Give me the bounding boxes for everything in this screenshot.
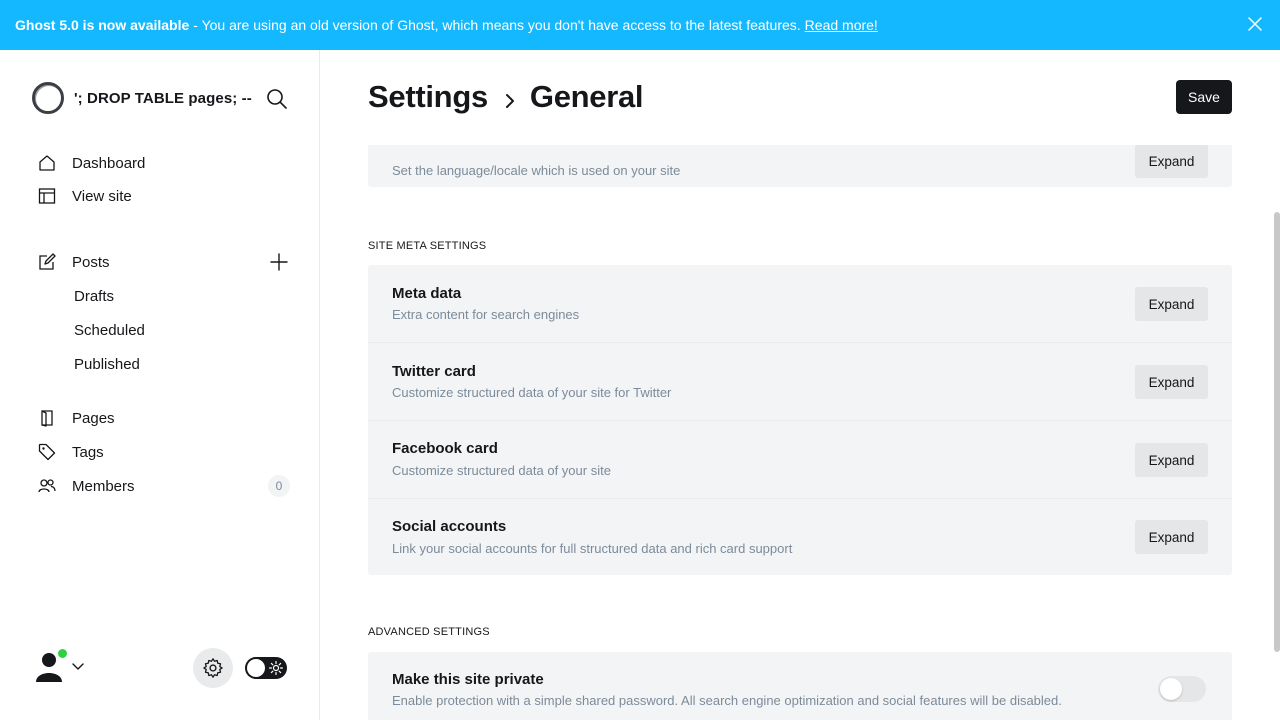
tag-icon (38, 443, 56, 461)
layout-icon (38, 188, 56, 204)
site-logo (32, 82, 64, 114)
site-brand[interactable]: '; DROP TABLE pages; -- (32, 82, 252, 114)
nav-pages[interactable]: Pages (38, 404, 290, 432)
social-accounts-row: Social accounts Link your social account… (368, 499, 1232, 575)
online-status-dot (57, 648, 68, 659)
add-post-icon[interactable] (270, 253, 288, 271)
nav-dashboard[interactable]: Dashboard (38, 149, 290, 177)
language-expand-button[interactable]: Expand (1135, 144, 1208, 178)
dark-mode-toggle[interactable] (245, 657, 287, 679)
toggle-knob (247, 659, 265, 677)
banner-message: - You are using an old version of Ghost,… (193, 17, 801, 33)
nav-view-site-label: View site (72, 187, 132, 205)
meta-data-desc: Extra content for search engines (392, 307, 580, 322)
chevron-down-icon (72, 663, 84, 670)
members-icon (38, 479, 56, 493)
nav-pages-label: Pages (72, 409, 115, 427)
page-header: Settings General Save (320, 50, 1280, 145)
home-icon (39, 155, 55, 171)
search-icon[interactable] (266, 88, 288, 110)
edit-icon (39, 253, 56, 270)
meta-data-row: Meta data Extra content for search engin… (368, 265, 1232, 343)
private-site-row: Make this site private Enable protection… (368, 652, 1232, 720)
sidebar: '; DROP TABLE pages; -- Dashboard View s… (0, 50, 320, 720)
nav-tags-label: Tags (72, 443, 104, 461)
meta-data-expand-button[interactable]: Expand (1135, 287, 1208, 321)
nav-tags[interactable]: Tags (38, 438, 290, 466)
sun-icon (269, 661, 283, 675)
page-title: General (529, 79, 644, 114)
nav-drafts[interactable]: Drafts (74, 284, 114, 308)
twitter-card-row: Twitter card Customize structured data o… (368, 343, 1232, 421)
members-count-badge: 0 (268, 475, 290, 497)
scrollbar[interactable] (1274, 212, 1280, 652)
site-meta-section-title: SITE META SETTINGS (368, 240, 487, 252)
site-name: '; DROP TABLE pages; -- (74, 89, 252, 107)
banner-title: Ghost 5.0 is now available (15, 17, 190, 33)
private-site-toggle[interactable] (1158, 676, 1206, 702)
breadcrumb-settings[interactable]: Settings (368, 79, 488, 115)
social-accounts-expand-button[interactable]: Expand (1135, 520, 1208, 554)
facebook-card-desc: Customize structured data of your site (392, 463, 611, 478)
close-icon[interactable] (1248, 17, 1262, 31)
facebook-card-row: Facebook card Customize structured data … (368, 421, 1232, 499)
social-accounts-title: Social accounts (392, 518, 507, 535)
language-desc: Set the language/locale which is used on… (392, 163, 681, 178)
social-accounts-desc: Link your social accounts for full struc… (392, 541, 793, 556)
twitter-card-desc: Customize structured data of your site f… (392, 385, 672, 400)
facebook-card-expand-button[interactable]: Expand (1135, 443, 1208, 477)
nav-posts[interactable]: Posts (38, 248, 290, 276)
nav-members-label: Members (72, 477, 135, 495)
nav-published[interactable]: Published (74, 352, 140, 376)
nav-scheduled[interactable]: Scheduled (74, 318, 145, 342)
main-content: Settings General Save Set the language/l… (320, 50, 1280, 720)
twitter-card-title: Twitter card (392, 363, 476, 380)
chevron-right-icon (505, 94, 514, 108)
breadcrumb: Settings General (368, 79, 644, 115)
gear-icon (203, 658, 223, 678)
update-banner: Ghost 5.0 is now available - You are usi… (0, 0, 1280, 50)
twitter-card-expand-button[interactable]: Expand (1135, 365, 1208, 399)
nav-posts-label: Posts (72, 253, 110, 271)
site-meta-card: Meta data Extra content for search engin… (368, 265, 1232, 575)
meta-data-title: Meta data (392, 285, 462, 302)
save-button[interactable]: Save (1176, 80, 1232, 114)
nav-dashboard-label: Dashboard (72, 154, 146, 172)
nav-members[interactable]: Members 0 (38, 472, 290, 500)
private-site-desc: Enable protection with a simple shared p… (392, 693, 1062, 708)
advanced-section-title: ADVANCED SETTINGS (368, 626, 490, 638)
settings-button[interactable] (193, 648, 233, 688)
private-site-title: Make this site private (392, 671, 544, 688)
facebook-card-title: Facebook card (392, 440, 498, 457)
page-icon (41, 410, 53, 427)
toggle-knob (1160, 678, 1182, 700)
advanced-card: Make this site private Enable protection… (368, 652, 1232, 720)
avatar (33, 648, 68, 684)
nav-view-site[interactable]: View site (38, 182, 290, 210)
banner-read-more-link[interactable]: Read more! (805, 17, 878, 33)
user-menu[interactable] (33, 648, 85, 684)
